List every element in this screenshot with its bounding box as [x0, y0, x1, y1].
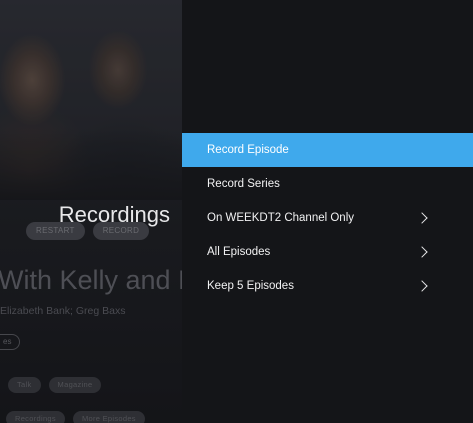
more-pill: es [0, 334, 21, 350]
record-options-list: Record Episode Record Series On WEEKDT2 … [182, 133, 473, 303]
chevron-right-icon [416, 212, 428, 224]
menu-item-channel-only[interactable]: On WEEKDT2 Channel Only [182, 201, 473, 235]
show-title: With Kelly and R [0, 265, 182, 295]
menu-item-all-episodes[interactable]: All Episodes [182, 235, 473, 269]
menu-item-record-series[interactable]: Record Series [182, 167, 473, 201]
recordings-chip: Recordings [6, 411, 65, 423]
page-title: Recordings [58, 202, 170, 227]
menu-item-record-episode[interactable]: Record Episode [182, 133, 473, 167]
chevron-right-icon [416, 246, 428, 258]
menu-item-label: On WEEKDT2 Channel Only [207, 212, 355, 224]
genre-row: Talk Magazine [8, 377, 102, 393]
show-detail-background: RESTART RECORD With Kelly and R Elizabet… [0, 0, 182, 423]
show-cast: Elizabeth Bank; Greg Baxs [0, 305, 126, 317]
menu-item-label: Record Episode [207, 144, 289, 156]
chevron-right-icon [416, 280, 428, 292]
bottom-chip-row: Recordings More Episodes [6, 411, 145, 423]
menu-item-label: All Episodes [207, 246, 271, 258]
more-episodes-chip: More Episodes [72, 411, 145, 423]
genre-chip-talk: Talk [8, 377, 41, 393]
genre-chip-magazine: Magazine [48, 377, 102, 393]
recording-options-screen: RESTART RECORD With Kelly and R Elizabet… [0, 0, 473, 423]
menu-item-label: Record Series [207, 178, 280, 190]
menu-item-label: Keep 5 Episodes [207, 280, 294, 292]
record-options-panel: Record Episode Record Series On WEEKDT2 … [182, 0, 473, 423]
menu-item-keep-episodes[interactable]: Keep 5 Episodes [182, 269, 473, 303]
